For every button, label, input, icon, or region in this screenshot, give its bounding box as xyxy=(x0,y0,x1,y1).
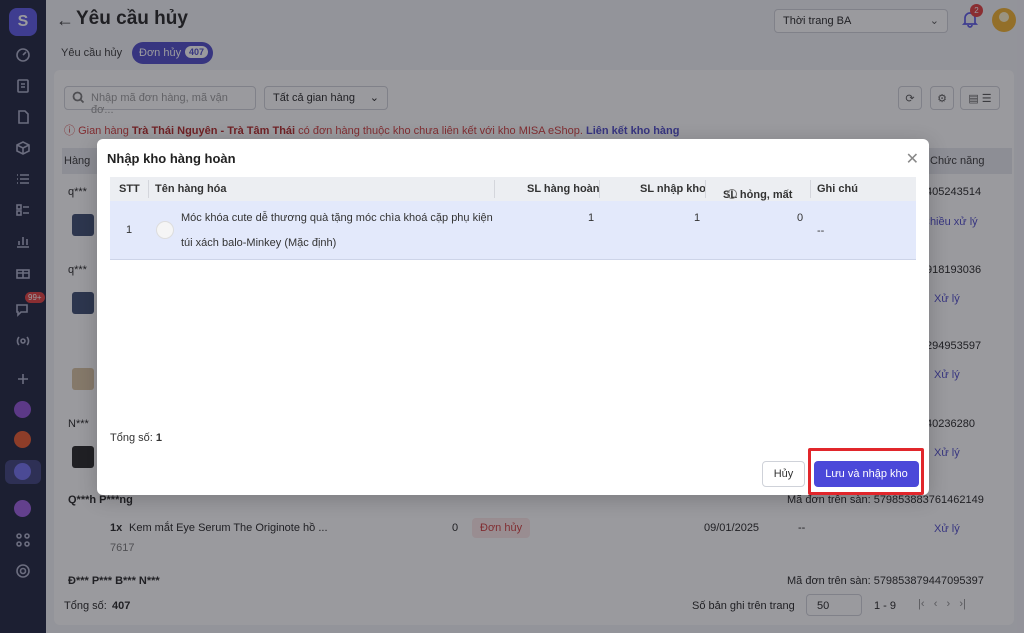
close-icon[interactable]: ✕ xyxy=(906,149,919,169)
modal-total-label: Tổng số: xyxy=(110,432,153,444)
row-note[interactable]: -- xyxy=(817,225,824,237)
column-divider xyxy=(810,180,811,198)
product-image xyxy=(156,221,174,239)
modal-title: Nhập kho hàng hoàn xyxy=(107,151,236,166)
column-divider xyxy=(148,180,149,198)
col-note: Ghi chú xyxy=(817,183,858,195)
save-and-import-button[interactable]: Lưu và nhập kho xyxy=(814,461,919,487)
table-row[interactable]: 1 Móc khóa cute dễ thương quà tặng móc c… xyxy=(110,201,916,260)
row-damaged-qty[interactable]: 0 xyxy=(797,212,803,224)
column-divider xyxy=(599,180,600,198)
column-divider xyxy=(494,180,495,198)
return-stock-modal: Nhập kho hàng hoàn ✕ STT Tên hàng hóa SL… xyxy=(97,139,929,495)
column-divider xyxy=(705,180,706,198)
col-imported: SL nhập kho xyxy=(640,183,706,195)
row-product-name-line2: túi xách balo-Minkey (Mặc định) xyxy=(181,237,337,249)
col-name: Tên hàng hóa xyxy=(155,183,227,195)
modal-total: Tổng số: 1 xyxy=(110,432,162,444)
row-imported-qty[interactable]: 1 xyxy=(694,212,700,224)
col-stt: STT xyxy=(119,183,140,195)
row-product-name-line1: Móc khóa cute dễ thương quà tặng móc chì… xyxy=(181,212,493,224)
table-header: STT Tên hàng hóa SL hàng hoàn SL nhập kh… xyxy=(110,177,916,201)
row-stt: 1 xyxy=(126,224,133,236)
info-icon[interactable]: i xyxy=(727,189,737,199)
col-returned: SL hàng hoàn xyxy=(527,183,600,195)
modal-total-value: 1 xyxy=(155,432,162,444)
row-returned-qty: 1 xyxy=(588,212,595,224)
cancel-button[interactable]: Hủy xyxy=(762,461,805,487)
